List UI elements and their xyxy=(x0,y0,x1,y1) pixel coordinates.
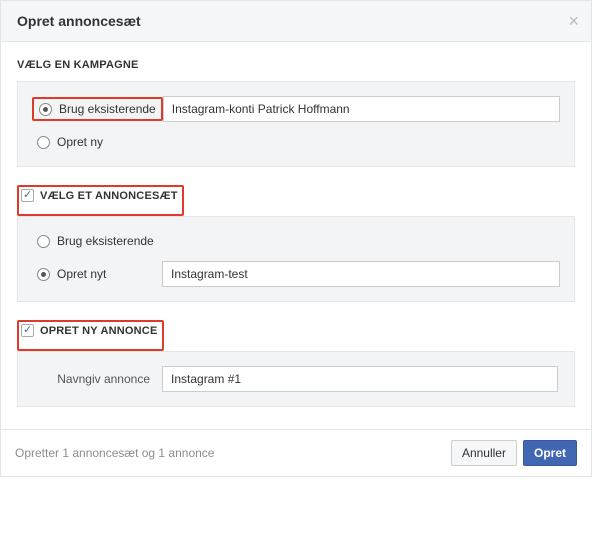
ad-section-label-wrap[interactable]: OPRET NY ANNONCE xyxy=(19,322,162,339)
ad-name-row: Navngiv annonce xyxy=(32,366,560,392)
create-adset-dialog: Opret annoncesæt × VÆLG EN KAMPAGNE Brug… xyxy=(0,0,592,477)
ad-panel: Navngiv annonce xyxy=(17,351,575,407)
adset-create-new-radio[interactable] xyxy=(37,268,50,281)
adset-section-checkbox[interactable] xyxy=(21,189,34,202)
adset-section-label: VÆLG ET ANNONCESÆT xyxy=(40,190,178,202)
campaign-existing-input[interactable] xyxy=(163,96,560,122)
adset-create-new-label: Opret nyt xyxy=(57,267,106,281)
close-icon[interactable]: × xyxy=(568,11,579,32)
campaign-use-existing-radio[interactable] xyxy=(39,103,52,116)
campaign-panel: Brug eksisterende Opret ny xyxy=(17,81,575,167)
dialog-footer: Opretter 1 annoncesæt og 1 annonce Annul… xyxy=(1,429,591,476)
campaign-use-existing-row: Brug eksisterende xyxy=(32,96,560,122)
dialog-title: Opret annoncesæt xyxy=(17,13,141,29)
adset-create-new-row: Opret nyt xyxy=(32,261,560,287)
ad-name-label: Navngiv annonce xyxy=(32,372,162,386)
submit-button[interactable]: Opret xyxy=(523,440,577,466)
ad-section-label: OPRET NY ANNONCE xyxy=(40,325,158,337)
adset-panel: Brug eksisterende Opret nyt xyxy=(17,216,575,302)
campaign-create-new-row: Opret ny xyxy=(32,132,560,152)
cancel-button[interactable]: Annuller xyxy=(451,440,517,466)
adset-use-existing-label: Brug eksisterende xyxy=(57,234,154,248)
campaign-use-existing-label: Brug eksisterende xyxy=(59,102,156,116)
campaign-create-new-option[interactable]: Opret ny xyxy=(32,132,162,152)
adset-use-existing-radio[interactable] xyxy=(37,235,50,248)
adset-section-highlight: VÆLG ET ANNONCESÆT xyxy=(17,185,184,216)
adset-section-label-wrap[interactable]: VÆLG ET ANNONCESÆT xyxy=(19,187,182,204)
ad-section-highlight: OPRET NY ANNONCE xyxy=(17,320,164,351)
adset-new-name-input[interactable] xyxy=(162,261,560,287)
campaign-section-label: VÆLG EN KAMPAGNE xyxy=(17,59,139,71)
dialog-header: Opret annoncesæt × xyxy=(1,1,591,42)
campaign-create-new-radio[interactable] xyxy=(37,136,50,149)
campaign-use-existing-option[interactable]: Brug eksisterende xyxy=(32,97,163,121)
ad-name-input[interactable] xyxy=(162,366,558,392)
footer-buttons: Annuller Opret xyxy=(451,440,577,466)
ad-section-checkbox[interactable] xyxy=(21,324,34,337)
dialog-body: VÆLG EN KAMPAGNE Brug eksisterende Opret… xyxy=(1,42,591,429)
footer-status: Opretter 1 annoncesæt og 1 annonce xyxy=(15,446,214,460)
campaign-create-new-label: Opret ny xyxy=(57,135,103,149)
adset-create-new-option[interactable]: Opret nyt xyxy=(32,264,162,284)
adset-use-existing-row: Brug eksisterende xyxy=(32,231,560,251)
adset-use-existing-option[interactable]: Brug eksisterende xyxy=(32,231,162,251)
